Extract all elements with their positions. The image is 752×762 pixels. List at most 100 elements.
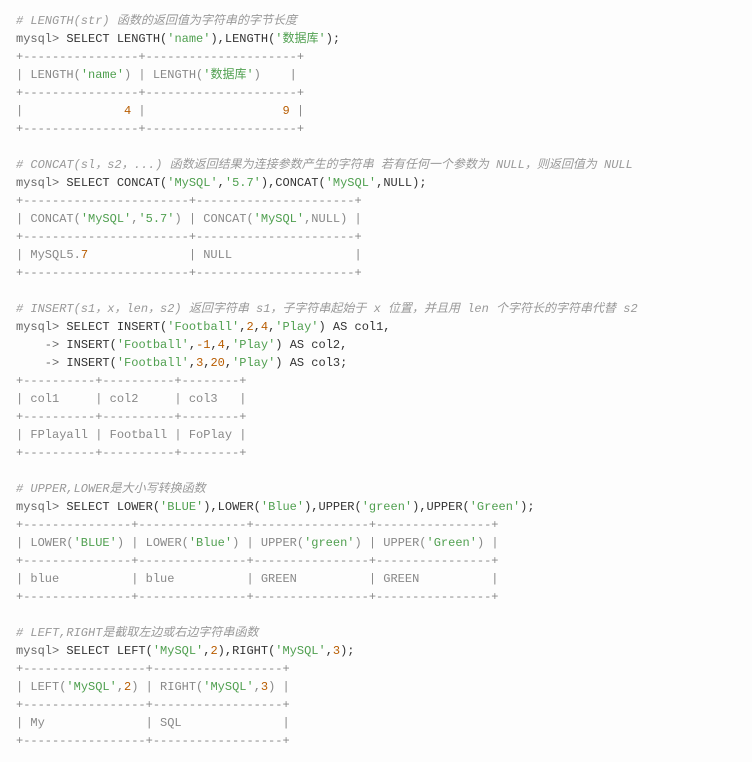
table-line: | blue | blue | GREEN | GREEN | <box>16 572 498 586</box>
code-comment: # LENGTH(str) 函数的返回值为字符串的字节长度 <box>16 14 297 28</box>
table-line: | CONCAT('MySQL','5.7') | CONCAT('MySQL'… <box>16 212 362 226</box>
string-literal: 'green' <box>304 536 354 550</box>
table-line: | MySQL5.7 | NULL | <box>16 248 362 262</box>
string-literal: 'BLUE' <box>74 536 117 550</box>
sql-keyword: ) AS col1, <box>319 320 391 334</box>
table-border: +----------+----------+--------+ <box>16 374 246 388</box>
code-comment: # UPPER,LOWER是大小写转换函数 <box>16 482 206 496</box>
text: ) | RIGHT( <box>131 680 203 694</box>
text: ) | <box>268 680 290 694</box>
sql-keyword: , <box>254 320 261 334</box>
sql-keyword: , <box>326 644 333 658</box>
number-literal: 4 <box>218 338 225 352</box>
sql-keyword: ) AS col3; <box>275 356 347 370</box>
sql-keyword: , <box>189 338 196 352</box>
text: , <box>254 680 261 694</box>
string-literal: '5.7' <box>138 212 174 226</box>
sql-keyword: ); <box>340 644 354 658</box>
table-line: | My | SQL | <box>16 716 290 730</box>
sql-keyword: , <box>225 356 232 370</box>
number-literal: 7 <box>81 248 88 262</box>
text: ) | <box>477 536 499 550</box>
sql-keyword: INSERT( <box>66 356 116 370</box>
string-literal: 'Play' <box>232 338 275 352</box>
text: | FPlayall | Football | FoPlay | <box>16 428 246 442</box>
table-border: +---------------+---------------+-------… <box>16 518 498 532</box>
text: | <box>16 104 124 118</box>
table-border: +----------+----------+--------+ <box>16 410 246 424</box>
text: ) | CONCAT( <box>174 212 253 226</box>
text: | blue | blue | GREEN | GREEN | <box>16 572 498 586</box>
mysql-prompt: mysql> <box>16 644 66 658</box>
text: | <box>290 104 304 118</box>
table-border: +----------------+---------------------+ <box>16 86 304 100</box>
table-border: +-----------------+------------------+ <box>16 698 290 712</box>
string-literal: 'MySQL' <box>81 212 131 226</box>
text: | My | SQL | <box>16 716 290 730</box>
sql-keyword: SELECT LENGTH( <box>66 32 167 46</box>
string-literal: 'MySQL' <box>254 212 304 226</box>
string-literal: 'Football' <box>117 356 189 370</box>
sql-keyword: ),RIGHT( <box>218 644 276 658</box>
sql-keyword: INSERT( <box>66 338 116 352</box>
string-literal: '数据库' <box>275 32 325 46</box>
mysql-prompt: mysql> <box>16 320 66 334</box>
text: ) | LENGTH( <box>124 68 203 82</box>
sql-keyword: ),LENGTH( <box>210 32 275 46</box>
number-literal: -1 <box>196 338 210 352</box>
text: | <box>131 104 282 118</box>
sql-keyword: ),LOWER( <box>203 500 261 514</box>
string-literal: 'MySQL' <box>275 644 325 658</box>
text: | CONCAT( <box>16 212 81 226</box>
table-border: +---------------+---------------+-------… <box>16 590 498 604</box>
sql-keyword: ),UPPER( <box>304 500 362 514</box>
sql-keyword: , <box>225 338 232 352</box>
string-literal: 'Blue' <box>261 500 304 514</box>
mysql-prompt: -> <box>16 338 66 352</box>
number-literal: 2 <box>246 320 253 334</box>
table-line: | col1 | col2 | col3 | <box>16 392 246 406</box>
mysql-prompt: mysql> <box>16 176 66 190</box>
text: | MySQL5. <box>16 248 81 262</box>
string-literal: 'MySQL' <box>66 680 116 694</box>
text: | NULL | <box>88 248 362 262</box>
sql-keyword: ); <box>326 32 340 46</box>
string-literal: 'MySQL' <box>167 176 217 190</box>
number-literal: 20 <box>210 356 224 370</box>
text: ) | LOWER( <box>117 536 189 550</box>
text: ) | UPPER( <box>355 536 427 550</box>
string-literal: 'MySQL' <box>326 176 376 190</box>
sql-keyword: SELECT LEFT( <box>66 644 152 658</box>
number-literal: 3 <box>261 680 268 694</box>
code-comment: # LEFT,RIGHT是截取左边或右边字符串函数 <box>16 626 258 640</box>
text: ,NULL) | <box>304 212 362 226</box>
sql-keyword: , <box>210 338 217 352</box>
sql-keyword: SELECT CONCAT( <box>66 176 167 190</box>
string-literal: '5.7' <box>225 176 261 190</box>
text: | col1 | col2 | col3 | <box>16 392 246 406</box>
string-literal: 'Football' <box>167 320 239 334</box>
table-line: | LOWER('BLUE') | LOWER('Blue') | UPPER(… <box>16 536 499 550</box>
code-comment: # CONCAT(sl，s2，...) 函数返回结果为连接参数产生的字符串 若有… <box>16 158 633 172</box>
table-line: | LEFT('MySQL',2) | RIGHT('MySQL',3) | <box>16 680 290 694</box>
text: ) | UPPER( <box>232 536 304 550</box>
text: , <box>117 680 124 694</box>
table-border: +-----------------------+---------------… <box>16 194 362 208</box>
table-line: | FPlayall | Football | FoPlay | <box>16 428 246 442</box>
mysql-prompt: -> <box>16 356 66 370</box>
sql-keyword: ),UPPER( <box>412 500 470 514</box>
table-border: +----------------+---------------------+ <box>16 122 304 136</box>
table-border: +-----------------------+---------------… <box>16 230 362 244</box>
sql-keyword: ) AS col2, <box>275 338 347 352</box>
string-literal: 'Green' <box>470 500 520 514</box>
string-literal: 'MySQL' <box>203 680 253 694</box>
text: | LENGTH( <box>16 68 81 82</box>
table-border: +-----------------------+---------------… <box>16 266 362 280</box>
code-comment: # INSERT(s1，x，len，s2) 返回字符串 s1，子字符串起始于 x… <box>16 302 638 316</box>
sql-keyword: ,NULL); <box>376 176 426 190</box>
table-border: +-----------------+------------------+ <box>16 734 290 748</box>
text: | LOWER( <box>16 536 74 550</box>
table-border: +---------------+---------------+-------… <box>16 554 498 568</box>
table-line: | 4 | 9 | <box>16 104 304 118</box>
code-container: # LENGTH(str) 函数的返回值为字符串的字节长度 mysql> SEL… <box>16 12 736 750</box>
